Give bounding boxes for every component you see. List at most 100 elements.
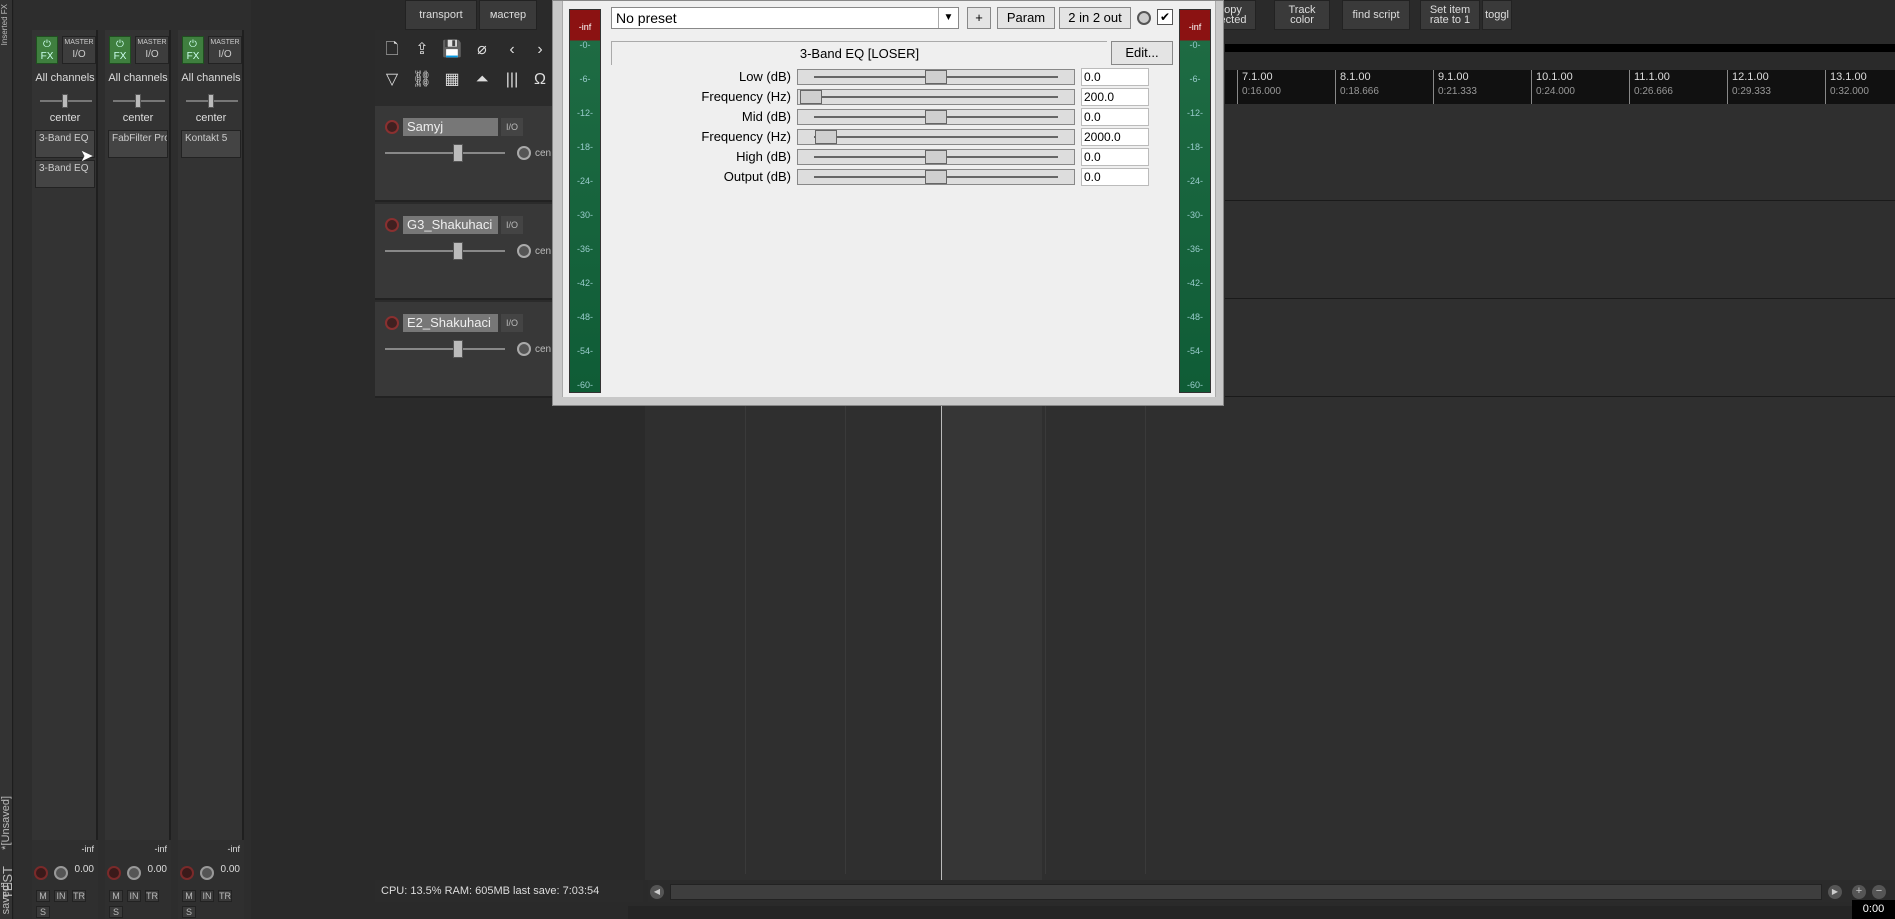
edit-button[interactable]: Edit... [1111,41,1173,65]
solo-button[interactable]: S [36,906,50,918]
master-io-button[interactable]: MASTER I/O [62,36,96,64]
open-project-icon[interactable]: ⇪ [409,38,435,64]
record-arm-icon[interactable] [34,866,48,880]
param-value-field[interactable]: 0.0 [1081,108,1149,126]
tr-button[interactable]: TR [145,890,159,902]
param-slider-handle[interactable] [925,170,947,184]
ripple-icon[interactable]: ||| [499,68,525,94]
link-icon[interactable]: ⛓ [409,68,435,94]
channels-label[interactable]: All channels [34,72,96,86]
param-slider[interactable] [797,89,1075,105]
redo-icon[interactable]: › [527,38,553,64]
timeline-ruler[interactable]: 7.1.00 0:16.000 8.1.00 0:18.666 9.1.00 0:21… [1225,70,1895,104]
record-arm-icon[interactable] [385,316,399,330]
param-value-field[interactable]: 200.0 [1081,88,1149,106]
track-name[interactable]: E2_Shakuhaci [403,314,498,332]
track-io-button[interactable]: I/O [501,314,523,332]
track-name[interactable]: G3_Shakuhaci [403,216,498,234]
master-button[interactable]: мастер [479,0,537,30]
param-slider-handle[interactable] [925,70,947,84]
fx-button[interactable]: ⏻ FX [36,36,58,64]
grid-icon[interactable]: ▦ [439,68,465,94]
save-project-icon[interactable]: 💾 [439,38,465,64]
scroll-left-icon[interactable]: ◀ [650,885,664,899]
solo-button[interactable]: S [182,906,196,918]
volume-knob[interactable] [54,866,68,880]
zoom-in-icon[interactable]: + [1852,885,1866,899]
param-value-field[interactable]: 0.0 [1081,68,1149,86]
undo-icon[interactable]: ‹ [499,38,525,64]
chevron-down-icon[interactable]: ▼ [938,8,958,28]
snap-magnet-icon[interactable]: Ω [527,68,553,94]
pan-slider-handle[interactable] [208,94,214,108]
toggle-button[interactable]: toggl [1482,0,1512,30]
param-slider[interactable] [797,129,1075,145]
pan-slider-handle[interactable] [135,94,141,108]
track-color-button[interactable]: Track color [1274,0,1330,30]
routing-button[interactable]: 2 in 2 out [1059,7,1131,29]
project-tab-unsaved[interactable]: *[Unsaved] [0,796,12,850]
bypass-knob-icon[interactable] [1137,11,1151,25]
in-button[interactable]: IN [54,890,68,902]
horizontal-scrollbar[interactable]: ◀ ▶ + − [648,880,1895,902]
param-slider[interactable] [797,169,1075,185]
fx-slot[interactable]: FabFilter Pro [108,130,168,158]
volume-knob[interactable] [127,866,141,880]
in-button[interactable]: IN [200,890,214,902]
record-arm-icon[interactable] [385,218,399,232]
channels-label[interactable]: All channels [107,72,169,86]
time-selection[interactable] [942,406,1042,880]
param-slider-handle[interactable] [800,90,822,104]
record-arm-icon[interactable] [107,866,121,880]
volume-fader-handle[interactable] [453,144,463,162]
in-button[interactable]: IN [127,890,141,902]
master-io-button[interactable]: MASTER I/O [135,36,169,64]
channels-label[interactable]: All channels [180,72,242,86]
param-slider[interactable] [797,109,1075,125]
param-button[interactable]: Param [997,7,1055,29]
mute-button[interactable]: M [109,890,123,902]
transport-button[interactable]: transport [405,0,477,30]
solo-button[interactable]: S [109,906,123,918]
track-name[interactable]: Samyj [403,118,498,136]
volume-fader-handle[interactable] [453,242,463,260]
param-slider[interactable] [797,149,1075,165]
volume-fader-handle[interactable] [453,340,463,358]
fx-button[interactable]: ⏻ FX [109,36,131,64]
master-io-button[interactable]: MASTER I/O [208,36,242,64]
param-slider[interactable] [797,69,1075,85]
fx-button[interactable]: ⏻ FX [182,36,204,64]
scrollbar-thumb[interactable] [670,884,1822,900]
record-arm-icon[interactable] [180,866,194,880]
tr-button[interactable]: TR [218,890,232,902]
enable-checkbox[interactable]: ✔ [1157,9,1173,25]
preset-dropdown[interactable]: No preset ▼ [611,7,959,29]
volume-knob[interactable] [200,866,214,880]
pan-knob[interactable] [517,146,531,160]
zoom-out-icon[interactable]: − [1872,885,1886,899]
param-value-field[interactable]: 2000.0 [1081,128,1149,146]
mute-button[interactable]: M [36,890,50,902]
param-value-field[interactable]: 0.0 [1081,168,1149,186]
param-slider-handle[interactable] [815,130,837,144]
record-arm-icon[interactable] [385,120,399,134]
add-preset-button[interactable]: + [967,7,991,29]
edit-cursor[interactable] [941,406,942,880]
set-item-rate-button[interactable]: Set item rate to 1 [1420,0,1480,30]
param-slider-handle[interactable] [925,110,947,124]
project-tab-saved[interactable]: saved] [0,882,12,914]
envelope-icon[interactable]: ⏶ [469,68,495,94]
param-slider-handle[interactable] [925,150,947,164]
find-script-button[interactable]: find script [1342,0,1410,30]
mute-button[interactable]: M [182,890,196,902]
attach-icon[interactable]: ⌀ [469,38,495,64]
scroll-right-icon[interactable]: ▶ [1828,885,1842,899]
param-value-field[interactable]: 0.0 [1081,148,1149,166]
fx-slot[interactable]: Kontakt 5 [181,130,241,158]
filter-icon[interactable]: ▽ [379,68,405,94]
new-project-icon[interactable]: 🗋 [379,38,405,64]
track-io-button[interactable]: I/O [501,118,523,136]
pan-slider-handle[interactable] [62,94,68,108]
track-io-button[interactable]: I/O [501,216,523,234]
pan-knob[interactable] [517,244,531,258]
